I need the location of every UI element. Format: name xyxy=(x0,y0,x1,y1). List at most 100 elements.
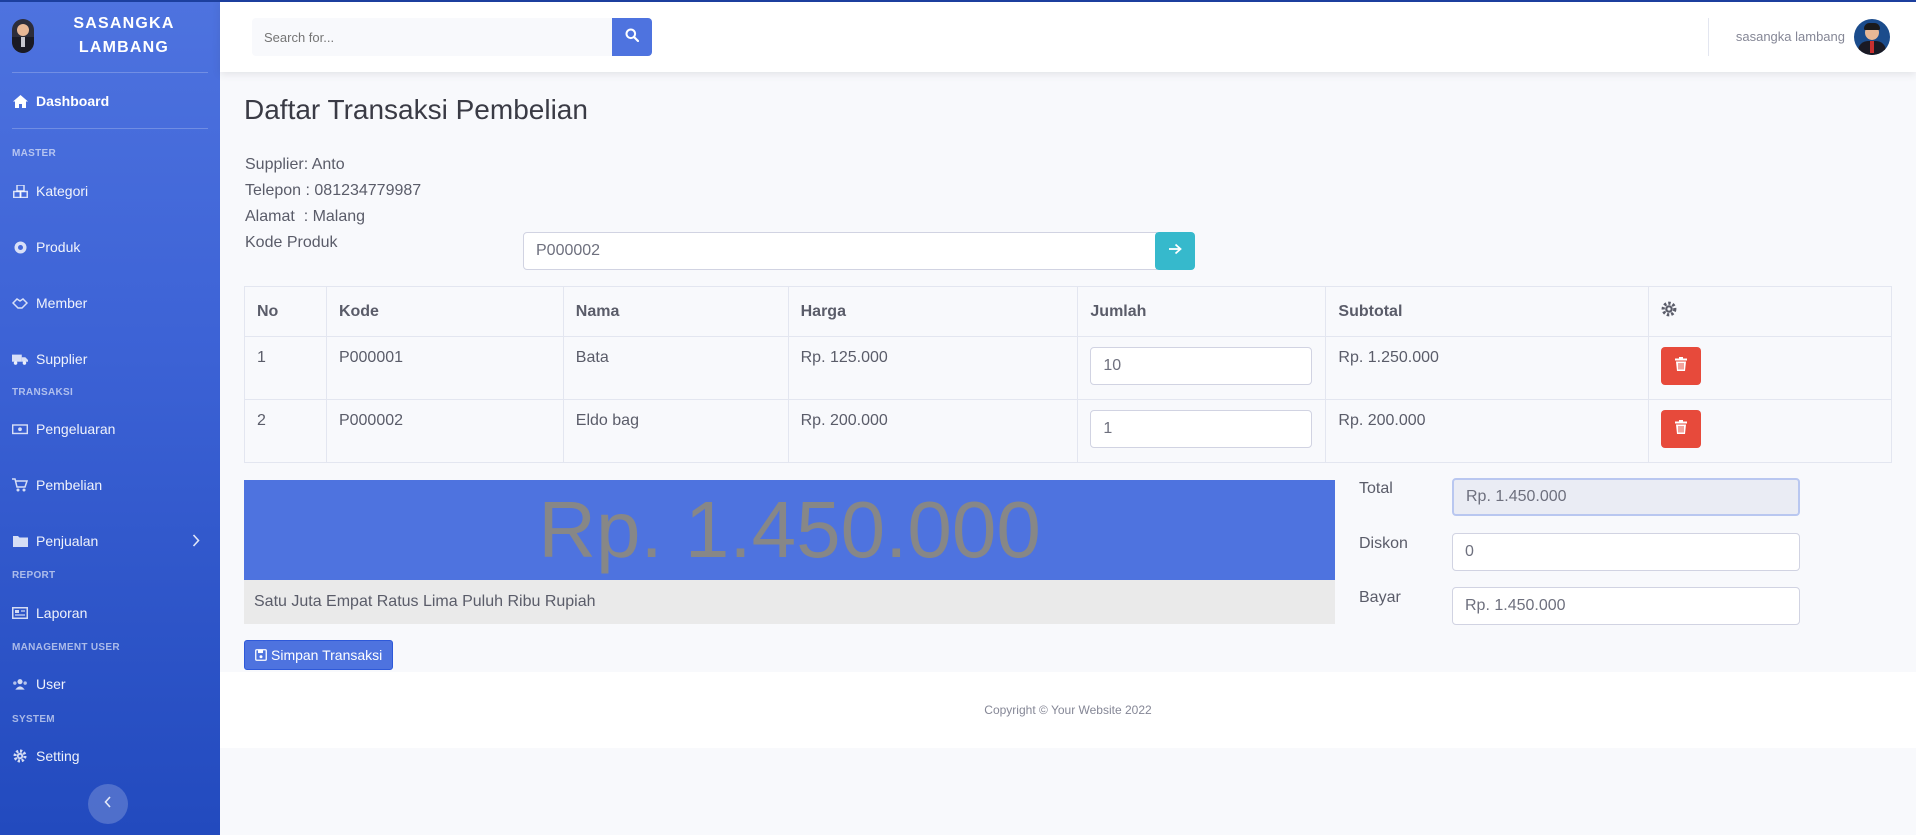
footer: Copyright © Your Website 2022 xyxy=(220,672,1916,748)
supplier-value: Anto xyxy=(311,156,345,173)
users-icon xyxy=(12,677,28,691)
search-button[interactable] xyxy=(612,18,652,56)
sidebar-item-dashboard[interactable]: Dashboard xyxy=(0,91,220,111)
total-display: Rp. 1.450.000 xyxy=(244,480,1335,580)
save-button-label: Simpan Transaksi xyxy=(271,647,383,663)
col-nama: Nama xyxy=(562,286,789,337)
telepon-label: Telepon xyxy=(245,182,302,199)
alamat-label: Alamat xyxy=(245,208,295,225)
sidebar-item-label: Dashboard xyxy=(36,93,110,109)
trash-icon xyxy=(1675,356,1688,376)
col-kode: Kode xyxy=(325,286,564,337)
cell-nama: Eldo bag xyxy=(562,399,789,463)
search-icon xyxy=(625,28,640,47)
sidebar-heading-system: SYSTEM xyxy=(12,714,55,725)
sidebar-item-label: Pengeluaran xyxy=(36,421,116,437)
home-icon xyxy=(12,94,28,108)
chevron-left-icon xyxy=(104,795,112,813)
handshake-icon xyxy=(12,296,28,310)
gear-icon xyxy=(1661,301,1677,321)
floppy-disk-icon xyxy=(255,649,267,661)
sidebar-brand[interactable]: SASANGKA LAMBANG xyxy=(0,0,220,72)
diskon-label: Diskon xyxy=(1359,535,1408,552)
search-input[interactable] xyxy=(252,18,612,56)
supplier-label: Supplier xyxy=(245,156,304,173)
sidebar-item-label: Member xyxy=(36,295,88,311)
topbar: sasangka lambang xyxy=(220,2,1916,72)
col-harga: Harga xyxy=(787,286,1079,337)
brand-name: SASANGKA LAMBANG xyxy=(73,15,175,56)
user-name[interactable]: sasangka lambang xyxy=(1736,29,1845,44)
cell-actions xyxy=(1648,399,1892,463)
bayar-label: Bayar xyxy=(1359,589,1401,606)
save-transaction-button[interactable]: Simpan Transaksi xyxy=(244,640,394,670)
bayar-field[interactable]: Rp. 1.450.000 xyxy=(1452,587,1800,625)
cell-nama: Bata xyxy=(562,336,789,400)
sidebar-item-label: Laporan xyxy=(36,605,88,621)
gear-icon xyxy=(12,749,28,763)
brand-logo xyxy=(12,19,34,53)
col-subtotal: Subtotal xyxy=(1325,286,1650,337)
cubes-icon xyxy=(12,184,28,198)
sidebar-item-laporan[interactable]: Laporan xyxy=(0,603,220,623)
sidebar-item-member[interactable]: Member xyxy=(0,293,220,313)
quantity-input[interactable]: 1 xyxy=(1090,410,1313,448)
col-no: No xyxy=(244,286,327,337)
sidebar-toggle-button[interactable] xyxy=(88,784,128,824)
alamat-info: Alamat : Malang xyxy=(245,208,366,225)
cell-actions xyxy=(1648,336,1892,400)
total-field[interactable]: Rp. 1.450.000 xyxy=(1452,478,1800,516)
newspaper-icon xyxy=(12,606,28,620)
copyright-text: Copyright © Your Website 2022 xyxy=(984,703,1152,717)
col-jumlah: Jumlah xyxy=(1077,286,1327,337)
total-in-words: Satu Juta Empat Ratus Lima Puluh Ribu Ru… xyxy=(244,580,1335,624)
cart-icon xyxy=(12,478,28,492)
money-icon xyxy=(12,422,28,436)
page-title: Daftar Transaksi Pembelian xyxy=(244,94,588,125)
table-row: 1 P000001 Bata Rp. 125.000 10 Rp. 1.250.… xyxy=(244,336,1892,400)
table-row: 2 P000002 Eldo bag Rp. 200.000 1 Rp. 200… xyxy=(244,399,1892,463)
top-accent-line xyxy=(0,0,1916,2)
sidebar-item-label: Penjualan xyxy=(36,533,99,549)
cell-kode: P000001 xyxy=(325,336,564,400)
sidebar-item-kategori[interactable]: Kategori xyxy=(0,181,220,201)
sidebar-item-label: Kategori xyxy=(36,183,89,199)
quantity-input[interactable]: 10 xyxy=(1090,347,1313,385)
cell-harga: Rp. 200.000 xyxy=(787,399,1079,463)
sidebar-item-user[interactable]: User xyxy=(0,674,220,694)
add-product-button[interactable] xyxy=(1155,232,1195,270)
sidebar-item-label: Supplier xyxy=(36,351,88,367)
search-form xyxy=(252,18,652,56)
sidebar: SASANGKA LAMBANG Dashboard MASTER Katego… xyxy=(0,0,220,835)
avatar[interactable] xyxy=(1854,19,1890,55)
cell-no: 1 xyxy=(244,336,327,400)
supplier-info: Supplier: Anto xyxy=(245,156,345,173)
sidebar-item-supplier[interactable]: Supplier xyxy=(0,349,220,369)
delete-button[interactable] xyxy=(1661,410,1702,448)
sidebar-divider xyxy=(12,72,208,73)
kode-produk-input[interactable]: P000002 xyxy=(523,232,1157,270)
sidebar-item-setting[interactable]: Setting xyxy=(0,746,220,766)
cell-jumlah: 1 xyxy=(1077,399,1327,463)
diskon-field[interactable]: 0 xyxy=(1452,533,1800,571)
product-icon xyxy=(12,240,28,254)
sidebar-item-label: User xyxy=(36,676,66,692)
sidebar-item-penjualan[interactable]: Penjualan xyxy=(0,531,220,551)
sidebar-item-label: Setting xyxy=(36,748,80,764)
truck-icon xyxy=(12,352,28,366)
total-label: Total xyxy=(1359,480,1393,497)
cell-jumlah: 10 xyxy=(1077,336,1327,400)
sidebar-item-pembelian[interactable]: Pembelian xyxy=(0,475,220,495)
cell-no: 2 xyxy=(244,399,327,463)
purchase-table: No Kode Nama Harga Jumlah Subtotal 1 P00… xyxy=(244,286,1892,463)
topbar-divider xyxy=(1708,18,1709,56)
cell-subtotal: Rp. 1.250.000 xyxy=(1325,336,1650,400)
sidebar-item-produk[interactable]: Produk xyxy=(0,237,220,257)
sidebar-item-pengeluaran[interactable]: Pengeluaran xyxy=(0,419,220,439)
delete-button[interactable] xyxy=(1661,347,1702,385)
sidebar-item-label: Produk xyxy=(36,239,81,255)
sidebar-heading-management-user: MANAGEMENT USER xyxy=(12,642,120,653)
folder-icon xyxy=(12,534,28,548)
cell-harga: Rp. 125.000 xyxy=(787,336,1079,400)
sidebar-item-label: Pembelian xyxy=(36,477,103,493)
